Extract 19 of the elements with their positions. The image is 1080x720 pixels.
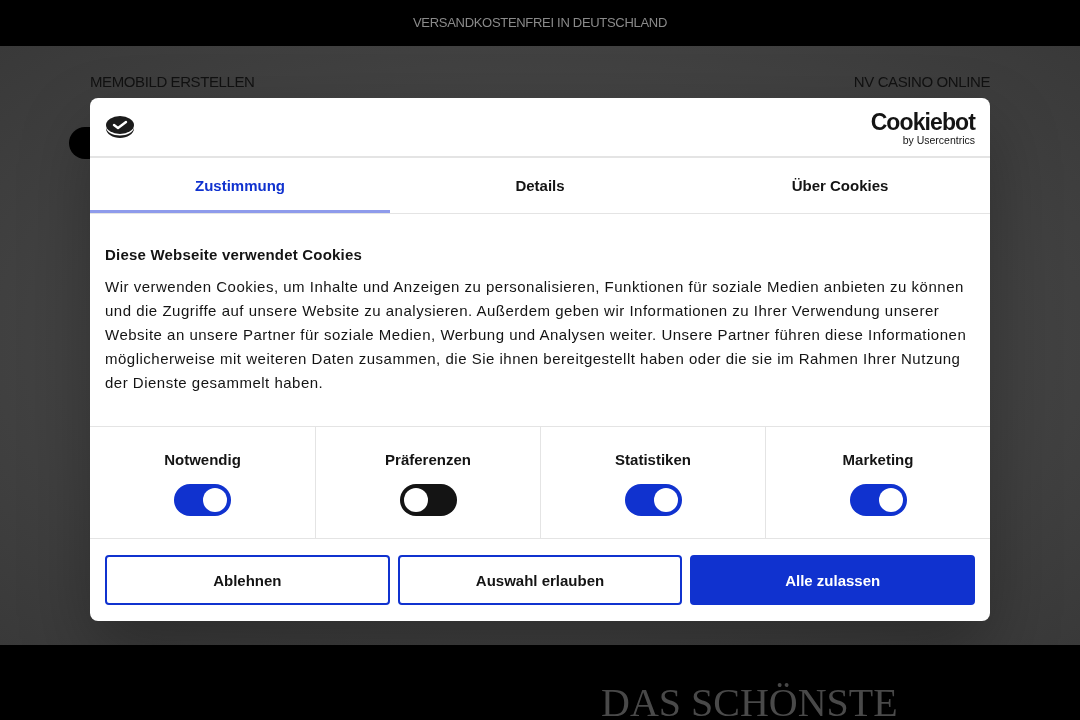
toggle-switch[interactable] [624,484,682,516]
toggle-switch[interactable] [849,484,907,516]
category-label: Marketing [842,450,914,470]
category-label: Notwendig [164,450,241,470]
brand-name: Cookiebot [870,110,975,134]
brand-tagline: by Usercentrics [902,133,975,146]
primary-button[interactable]: Alle zulassen [690,555,975,605]
semicircle-shape [69,127,90,159]
check-disc-icon [105,115,135,139]
dialog-text: Wir verwenden Cookies, um Inhalte und Anzeigen zu personalisieren, Funktionen für soziale Medien anbieten zu können und die Zugriffe auf unsere Website zu analysieren. Außerdem geben wir Informationen zu Ihrer Verwendung unserer Website an unsere Partner für soziale Medien, Werbung und Analysen weiter. Unsere Partner führen diese Informationen möglicherweise mit weiteren Daten zusammen, die Sie ihnen bereitgestellt haben oder die sie im Rahmen Ihrer Nutzung der Dienste gesammelt haben. [105,277,968,393]
category-label: Statistiken [615,450,691,470]
tab[interactable]: Zustimmung [90,158,390,213]
toggle-switch[interactable] [174,484,231,516]
announcement-text: VERSANDKOSTENFREI IN DEUTSCHLAND [412,15,668,31]
toggle-switch[interactable] [399,484,457,516]
category-label: Präferenzen [385,450,471,470]
outline-button[interactable]: Ablehnen [105,555,390,605]
dialog-title: Diese Webseite verwendet Cookies [105,245,364,265]
outline-button[interactable]: Auswahl erlauben [397,555,683,605]
